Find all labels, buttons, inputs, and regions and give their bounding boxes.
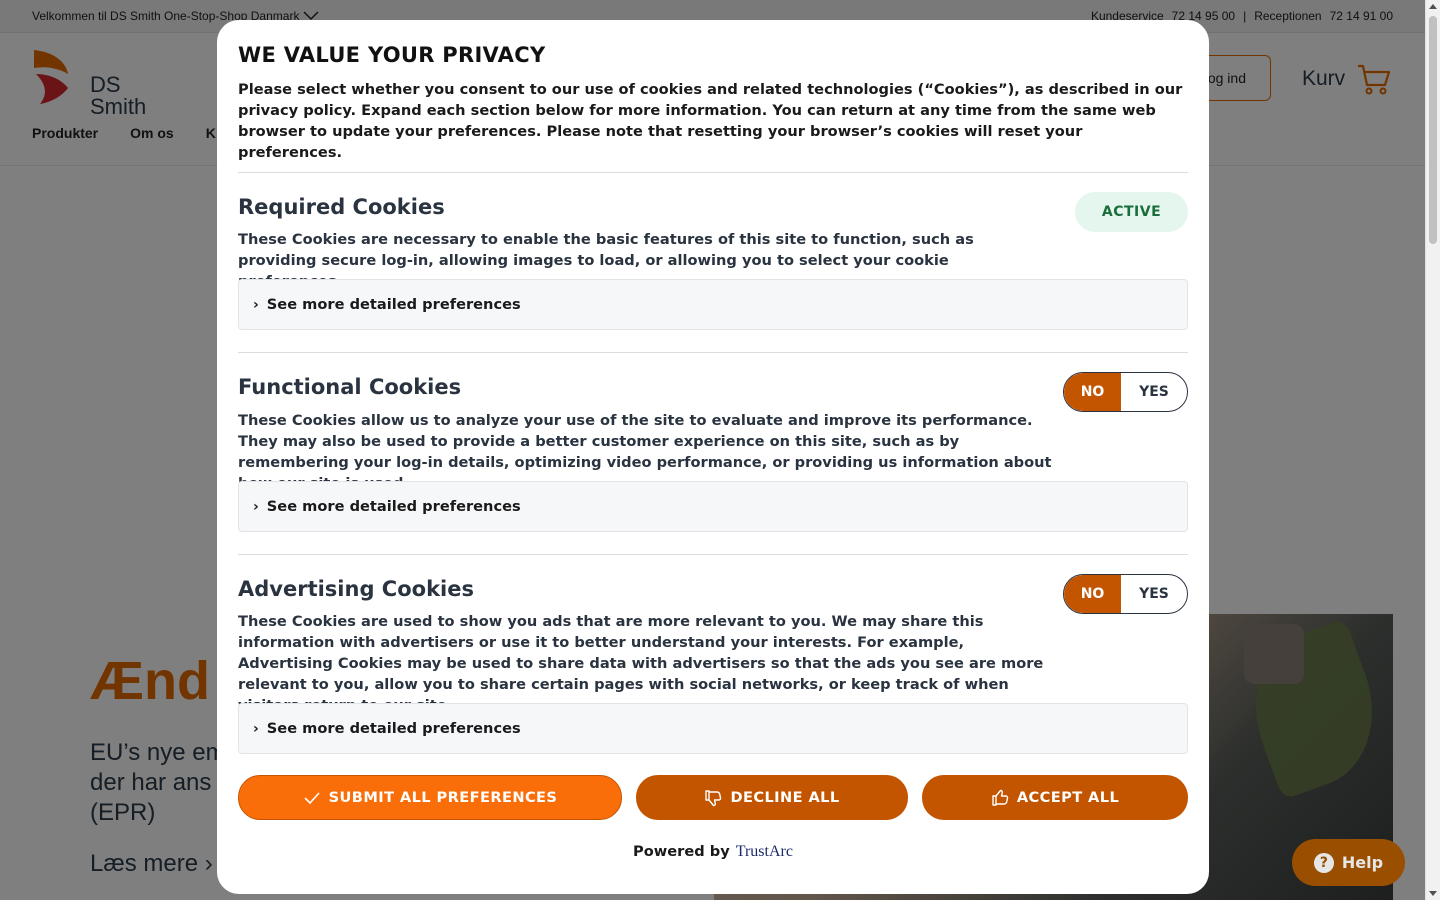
submit-label: SUBMIT ALL PREFERENCES (328, 789, 558, 806)
functional-cookies-title: Functional Cookies (238, 375, 462, 399)
powered-by-label: Powered by (633, 843, 730, 860)
chevron-right-icon: › (253, 498, 259, 515)
modal-intro: Please select whether you consent to our… (238, 81, 1183, 161)
details-label: See more detailed preferences (266, 720, 521, 737)
advertising-yes-option[interactable]: YES (1121, 575, 1187, 613)
accept-label: ACCEPT ALL (1016, 789, 1120, 806)
page-scrollbar[interactable] (1425, 0, 1440, 900)
question-icon: ? (1313, 852, 1334, 873)
chevron-right-icon: › (253, 720, 259, 737)
details-label: See more detailed preferences (266, 498, 521, 515)
advertising-toggle[interactable]: NO YES (1063, 574, 1188, 614)
modal-title: WE VALUE YOUR PRIVACY (238, 43, 546, 67)
chevron-right-icon: › (253, 296, 259, 313)
scroll-down-icon[interactable] (1429, 891, 1437, 896)
functional-toggle[interactable]: NO YES (1063, 372, 1188, 412)
divider (238, 554, 1188, 555)
help-button[interactable]: ? Help (1292, 839, 1405, 886)
accept-all-button[interactable]: ACCEPT ALL (922, 775, 1188, 820)
check-icon (304, 791, 320, 804)
divider (238, 352, 1188, 353)
advertising-no-option[interactable]: NO (1064, 575, 1121, 613)
decline-label: DECLINE ALL (730, 789, 840, 806)
required-cookies-title: Required Cookies (238, 195, 445, 219)
privacy-modal: WE VALUE YOUR PRIVACY Please select whet… (217, 20, 1209, 894)
functional-no-option[interactable]: NO (1064, 373, 1121, 411)
thumbs-up-icon (992, 789, 1009, 806)
functional-yes-option[interactable]: YES (1121, 373, 1187, 411)
details-label: See more detailed preferences (266, 296, 521, 313)
required-details-toggle[interactable]: › See more detailed preferences (238, 279, 1188, 330)
thumbs-down-icon (705, 789, 722, 806)
advertising-cookies-title: Advertising Cookies (238, 577, 474, 601)
decline-all-button[interactable]: DECLINE ALL (636, 775, 908, 820)
advertising-details-toggle[interactable]: › See more detailed preferences (238, 703, 1188, 754)
scrollbar-thumb[interactable] (1429, 16, 1437, 244)
divider (238, 172, 1188, 173)
functional-details-toggle[interactable]: › See more detailed preferences (238, 481, 1188, 532)
required-status-badge: ACTIVE (1075, 192, 1188, 232)
scroll-up-icon[interactable] (1429, 4, 1437, 9)
trustarc-logo[interactable]: TrustArc (736, 843, 793, 861)
submit-all-preferences-button[interactable]: SUBMIT ALL PREFERENCES (238, 775, 622, 820)
powered-by: Powered by TrustArc (238, 843, 1188, 861)
advertising-cookies-description: These Cookies are used to show you ads t… (238, 613, 1044, 714)
help-label: Help (1341, 853, 1384, 872)
